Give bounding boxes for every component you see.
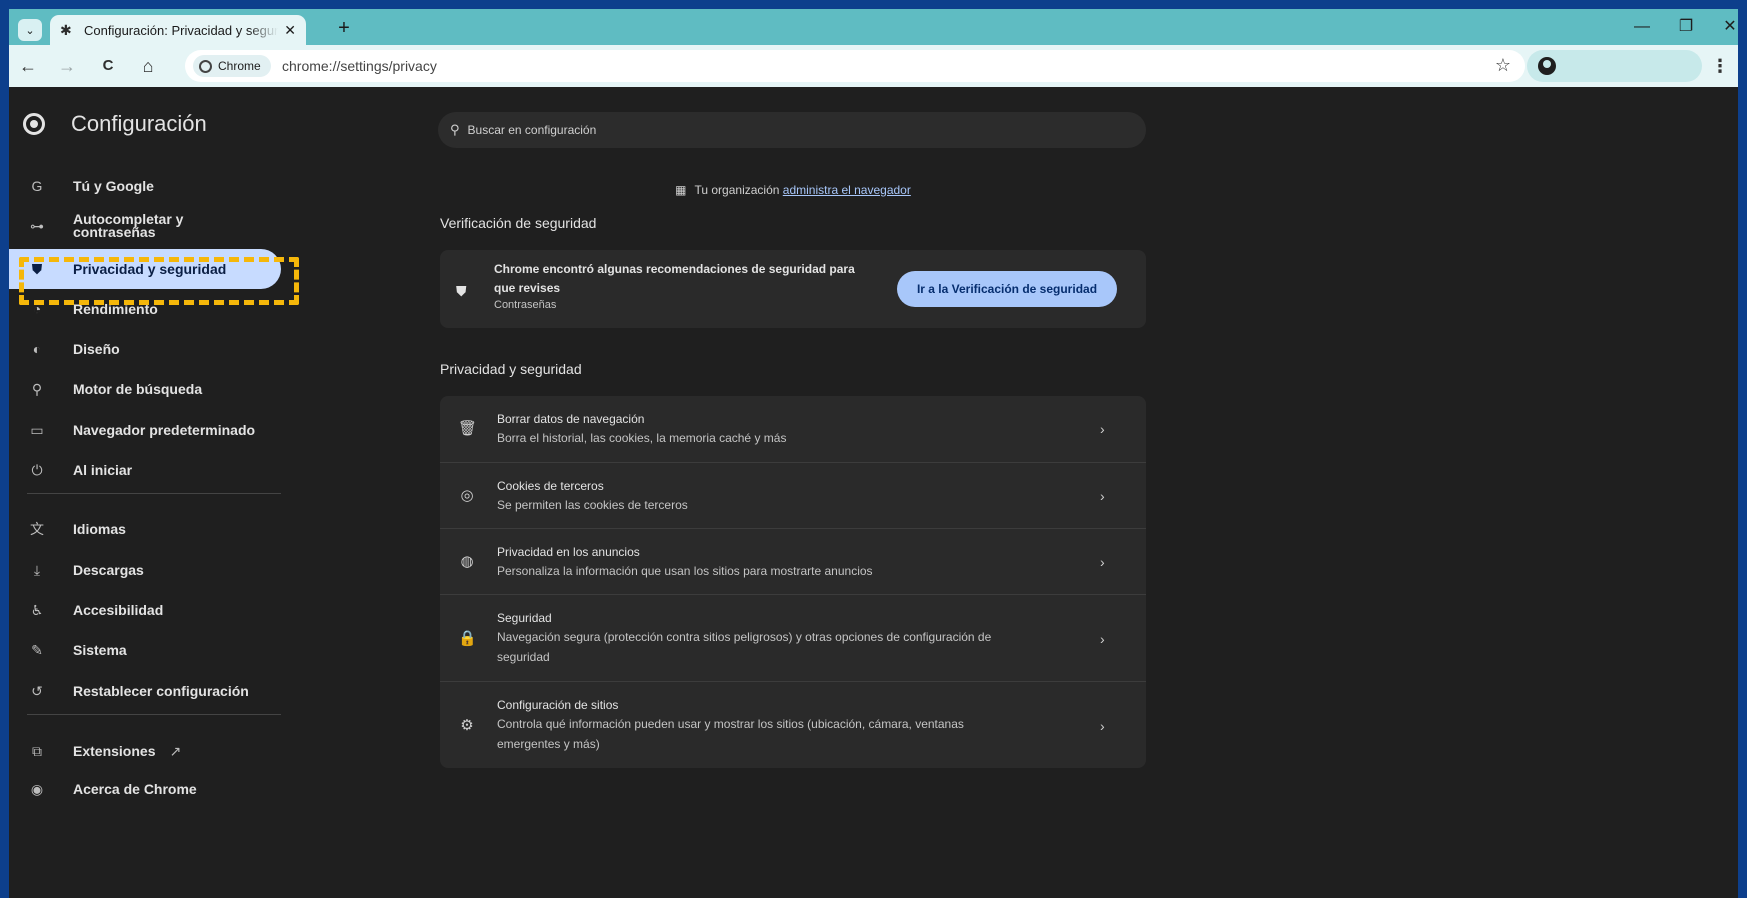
sidebar-item-search-engine[interactable]: ⚲ Motor de búsqueda: [9, 369, 281, 409]
sliders-icon: ⚙: [460, 717, 474, 734]
settings-page: Configuración ⚲ Buscar en configuración …: [9, 87, 1738, 898]
translate-icon: 文: [30, 521, 44, 537]
chevron-right-icon: ›: [1100, 421, 1105, 437]
sidebar-item-on-startup[interactable]: ⏻ Al iniciar: [9, 450, 281, 490]
sidebar-item-languages[interactable]: 文 Idiomas: [9, 509, 281, 549]
sidebar-divider: [27, 493, 281, 494]
wrench-icon: ✎: [31, 641, 43, 658]
chevron-right-icon: ›: [1100, 631, 1105, 647]
chrome-icon: ◉: [30, 780, 44, 797]
sidebar-item-accessibility[interactable]: ♿ Accesibilidad: [9, 590, 281, 630]
site-info-chip[interactable]: Chrome: [193, 55, 271, 77]
safety-check-card: ⛊ Chrome encontró algunas recomendacione…: [440, 250, 1146, 328]
restore-button[interactable]: ❐: [1664, 13, 1708, 41]
shield-icon: ⛊: [31, 260, 43, 277]
chevron-right-icon: ›: [1100, 554, 1105, 570]
safety-check-text: Chrome encontró algunas recomendaciones …: [494, 262, 855, 311]
tab-search-button[interactable]: ⌄: [18, 19, 42, 41]
search-icon: ⚲: [31, 380, 43, 397]
sidebar-item-default-browser[interactable]: ▭ Navegador predeterminado: [9, 410, 281, 450]
sidebar-item-performance[interactable]: ◔ Rendimiento: [9, 289, 281, 329]
sidebar-item-extensions[interactable]: ⧉ Extensiones ↗: [9, 731, 281, 771]
back-button[interactable]: ←: [15, 54, 41, 78]
puzzle-icon: ⧉: [32, 742, 42, 759]
reset-icon: ↺: [31, 682, 43, 699]
sidebar-item-about-chrome[interactable]: ◉ Acerca de Chrome: [9, 769, 281, 809]
menu-button[interactable]: ⋮: [1708, 54, 1732, 78]
browser-window-icon: ▭: [30, 421, 44, 438]
privacy-heading: Privacidad y seguridad: [440, 361, 582, 377]
close-window-button[interactable]: ✕: [1708, 13, 1738, 41]
chrome-icon: [199, 59, 212, 73]
accessibility-icon: ♿: [30, 601, 44, 618]
new-tab-button[interactable]: +: [331, 15, 357, 41]
row-security[interactable]: 🔒 Seguridad Navegación segura (protecció…: [440, 594, 1146, 681]
row-ad-privacy[interactable]: ◍ Privacidad en los anuncios Personaliza…: [440, 528, 1146, 594]
search-placeholder: Buscar en configuración: [467, 123, 597, 137]
palette-icon: ◐: [32, 341, 42, 357]
speedometer-icon: ◔: [32, 301, 42, 317]
safety-check-heading: Verificación de seguridad: [440, 215, 597, 231]
sidebar-item-appearance[interactable]: ◐ Diseño: [9, 329, 281, 369]
sidebar-item-system[interactable]: ✎ Sistema: [9, 630, 281, 670]
sidebar-item-you-and-google[interactable]: G Tú y Google: [9, 166, 281, 206]
trash-icon: 🗑: [458, 420, 478, 437]
bookmark-star-icon[interactable]: ☆: [1495, 55, 1511, 76]
search-icon: ⚲: [450, 122, 460, 137]
close-tab-icon[interactable]: ✕: [284, 22, 296, 39]
row-third-party-cookies[interactable]: ◎ Cookies de terceros Se permiten las co…: [440, 462, 1146, 528]
forward-button[interactable]: →: [54, 54, 80, 78]
url-text[interactable]: chrome://settings/privacy: [282, 58, 437, 74]
org-notice: ▦ Tu organización administra el navegador: [675, 183, 911, 197]
lock-icon: 🔒: [458, 630, 477, 647]
row-site-settings[interactable]: ⚙ Configuración de sitios Controla qué i…: [440, 681, 1146, 768]
google-icon: G: [31, 178, 43, 194]
shield-icon: ⛊: [456, 283, 467, 299]
cookie-icon: ◎: [460, 487, 474, 504]
power-icon: ⏻: [31, 461, 43, 478]
home-button[interactable]: ⌂: [135, 54, 161, 78]
external-link-icon: ↗: [169, 742, 182, 759]
tab-settings-privacy[interactable]: ✱ Configuración: Privacidad y seguridad …: [50, 15, 306, 45]
privacy-card: 🗑 Borrar datos de navegación Borra el hi…: [440, 396, 1146, 768]
page-title: Configuración: [71, 111, 207, 136]
chevron-right-icon: ›: [1100, 718, 1105, 734]
download-icon: ⤓: [33, 561, 41, 578]
chevron-down-icon: ⌄: [25, 24, 35, 37]
sidebar-item-reset-settings[interactable]: ↺ Restablecer configuración: [9, 671, 281, 711]
search-input[interactable]: ⚲ Buscar en configuración: [438, 112, 1146, 148]
building-icon: ▦: [675, 183, 687, 197]
tab-title: Configuración: Privacidad y seguridad: [84, 22, 279, 38]
chevron-right-icon: ›: [1100, 488, 1105, 504]
key-icon: ⊶: [30, 217, 44, 234]
chrome-logo-icon: [23, 113, 45, 135]
profile-button[interactable]: [1527, 50, 1702, 82]
toolbar: ← → C ⌂ Chrome chrome://settings/privacy…: [9, 45, 1738, 87]
sidebar-item-autofill[interactable]: ⊶ Autocompletar y contraseñas: [9, 206, 281, 246]
chip-label: Chrome: [218, 59, 261, 73]
manage-browser-link[interactable]: administra el navegador: [783, 183, 911, 197]
tab-strip: ⌄ ✱ Configuración: Privacidad y segurida…: [9, 9, 1738, 45]
address-bar[interactable]: Chrome chrome://settings/privacy ☆: [185, 50, 1525, 82]
gear-icon: ✱: [60, 22, 72, 38]
minimize-button[interactable]: —: [1620, 13, 1664, 41]
sidebar-divider: [27, 714, 281, 715]
avatar-icon: [1538, 57, 1556, 75]
go-to-safety-check-button[interactable]: Ir a la Verificación de seguridad: [897, 271, 1117, 307]
sidebar-item-downloads[interactable]: ⤓ Descargas: [9, 550, 281, 590]
row-clear-browsing-data[interactable]: 🗑 Borrar datos de navegación Borra el hi…: [440, 396, 1146, 462]
reload-button[interactable]: C: [95, 54, 121, 78]
browser-window: ⌄ ✱ Configuración: Privacidad y segurida…: [9, 9, 1738, 898]
ad-privacy-icon: ◍: [460, 553, 474, 570]
settings-brand: Configuración: [23, 111, 207, 137]
sidebar-item-privacy[interactable]: ⛊ Privacidad y seguridad: [9, 249, 281, 289]
